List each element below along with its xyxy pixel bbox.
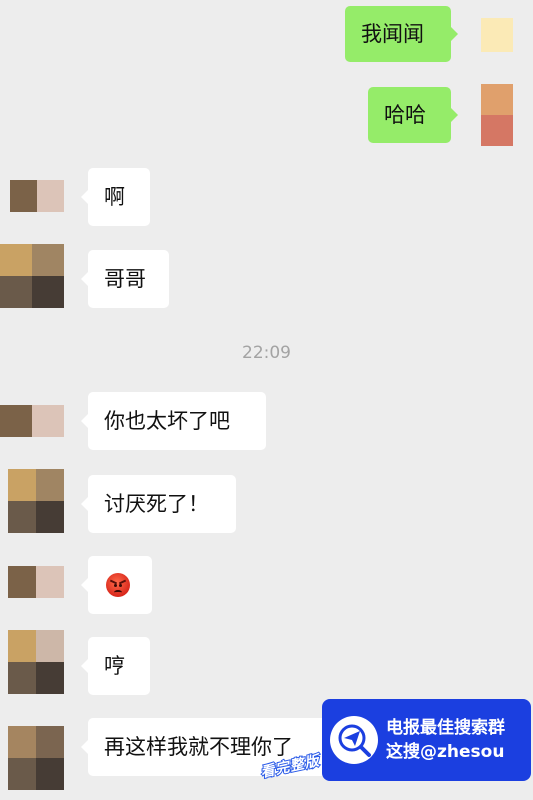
message-bubble-incoming[interactable]: 哥哥 bbox=[81, 250, 169, 308]
contact-avatar[interactable] bbox=[8, 469, 64, 533]
message-timestamp: 22:09 bbox=[242, 343, 291, 363]
banner-subtitle: 这搜@zhesou bbox=[386, 742, 505, 762]
contact-avatar[interactable] bbox=[8, 566, 64, 598]
message-bubble-incoming[interactable]: 哼 bbox=[81, 637, 150, 695]
message-text: 哼 bbox=[104, 653, 125, 678]
message-text: 哥哥 bbox=[104, 266, 146, 291]
message-bubble-incoming[interactable]: 啊 bbox=[81, 168, 150, 226]
contact-avatar[interactable] bbox=[8, 726, 64, 790]
contact-avatar[interactable] bbox=[8, 630, 64, 694]
banner-title: 电报最佳搜索群 bbox=[386, 718, 505, 738]
message-text: 我闻闻 bbox=[361, 21, 424, 46]
message-text: 再这样我就不理你了 bbox=[104, 734, 293, 759]
my-avatar[interactable] bbox=[481, 18, 513, 52]
contact-avatar[interactable] bbox=[0, 244, 64, 308]
message-bubble-outgoing[interactable]: 哈哈 bbox=[368, 87, 458, 143]
message-text: 哈哈 bbox=[384, 102, 426, 127]
message-bubble-incoming[interactable] bbox=[81, 556, 152, 614]
angry-face-icon bbox=[106, 573, 130, 597]
message-bubble-incoming[interactable]: 你也太坏了吧 bbox=[81, 392, 266, 450]
message-text: 你也太坏了吧 bbox=[104, 408, 230, 433]
paper-plane-search-icon bbox=[330, 716, 378, 764]
promo-banner[interactable]: 电报最佳搜索群 这搜@zhesou bbox=[322, 699, 531, 781]
message-text: 讨厌死了！ bbox=[104, 491, 209, 516]
contact-avatar[interactable] bbox=[10, 180, 64, 212]
my-avatar[interactable] bbox=[481, 84, 513, 146]
message-bubble-outgoing[interactable]: 我闻闻 bbox=[345, 6, 458, 62]
contact-avatar[interactable] bbox=[0, 405, 64, 437]
message-text: 啊 bbox=[104, 184, 125, 209]
message-bubble-incoming[interactable]: 讨厌死了！ bbox=[81, 475, 236, 533]
